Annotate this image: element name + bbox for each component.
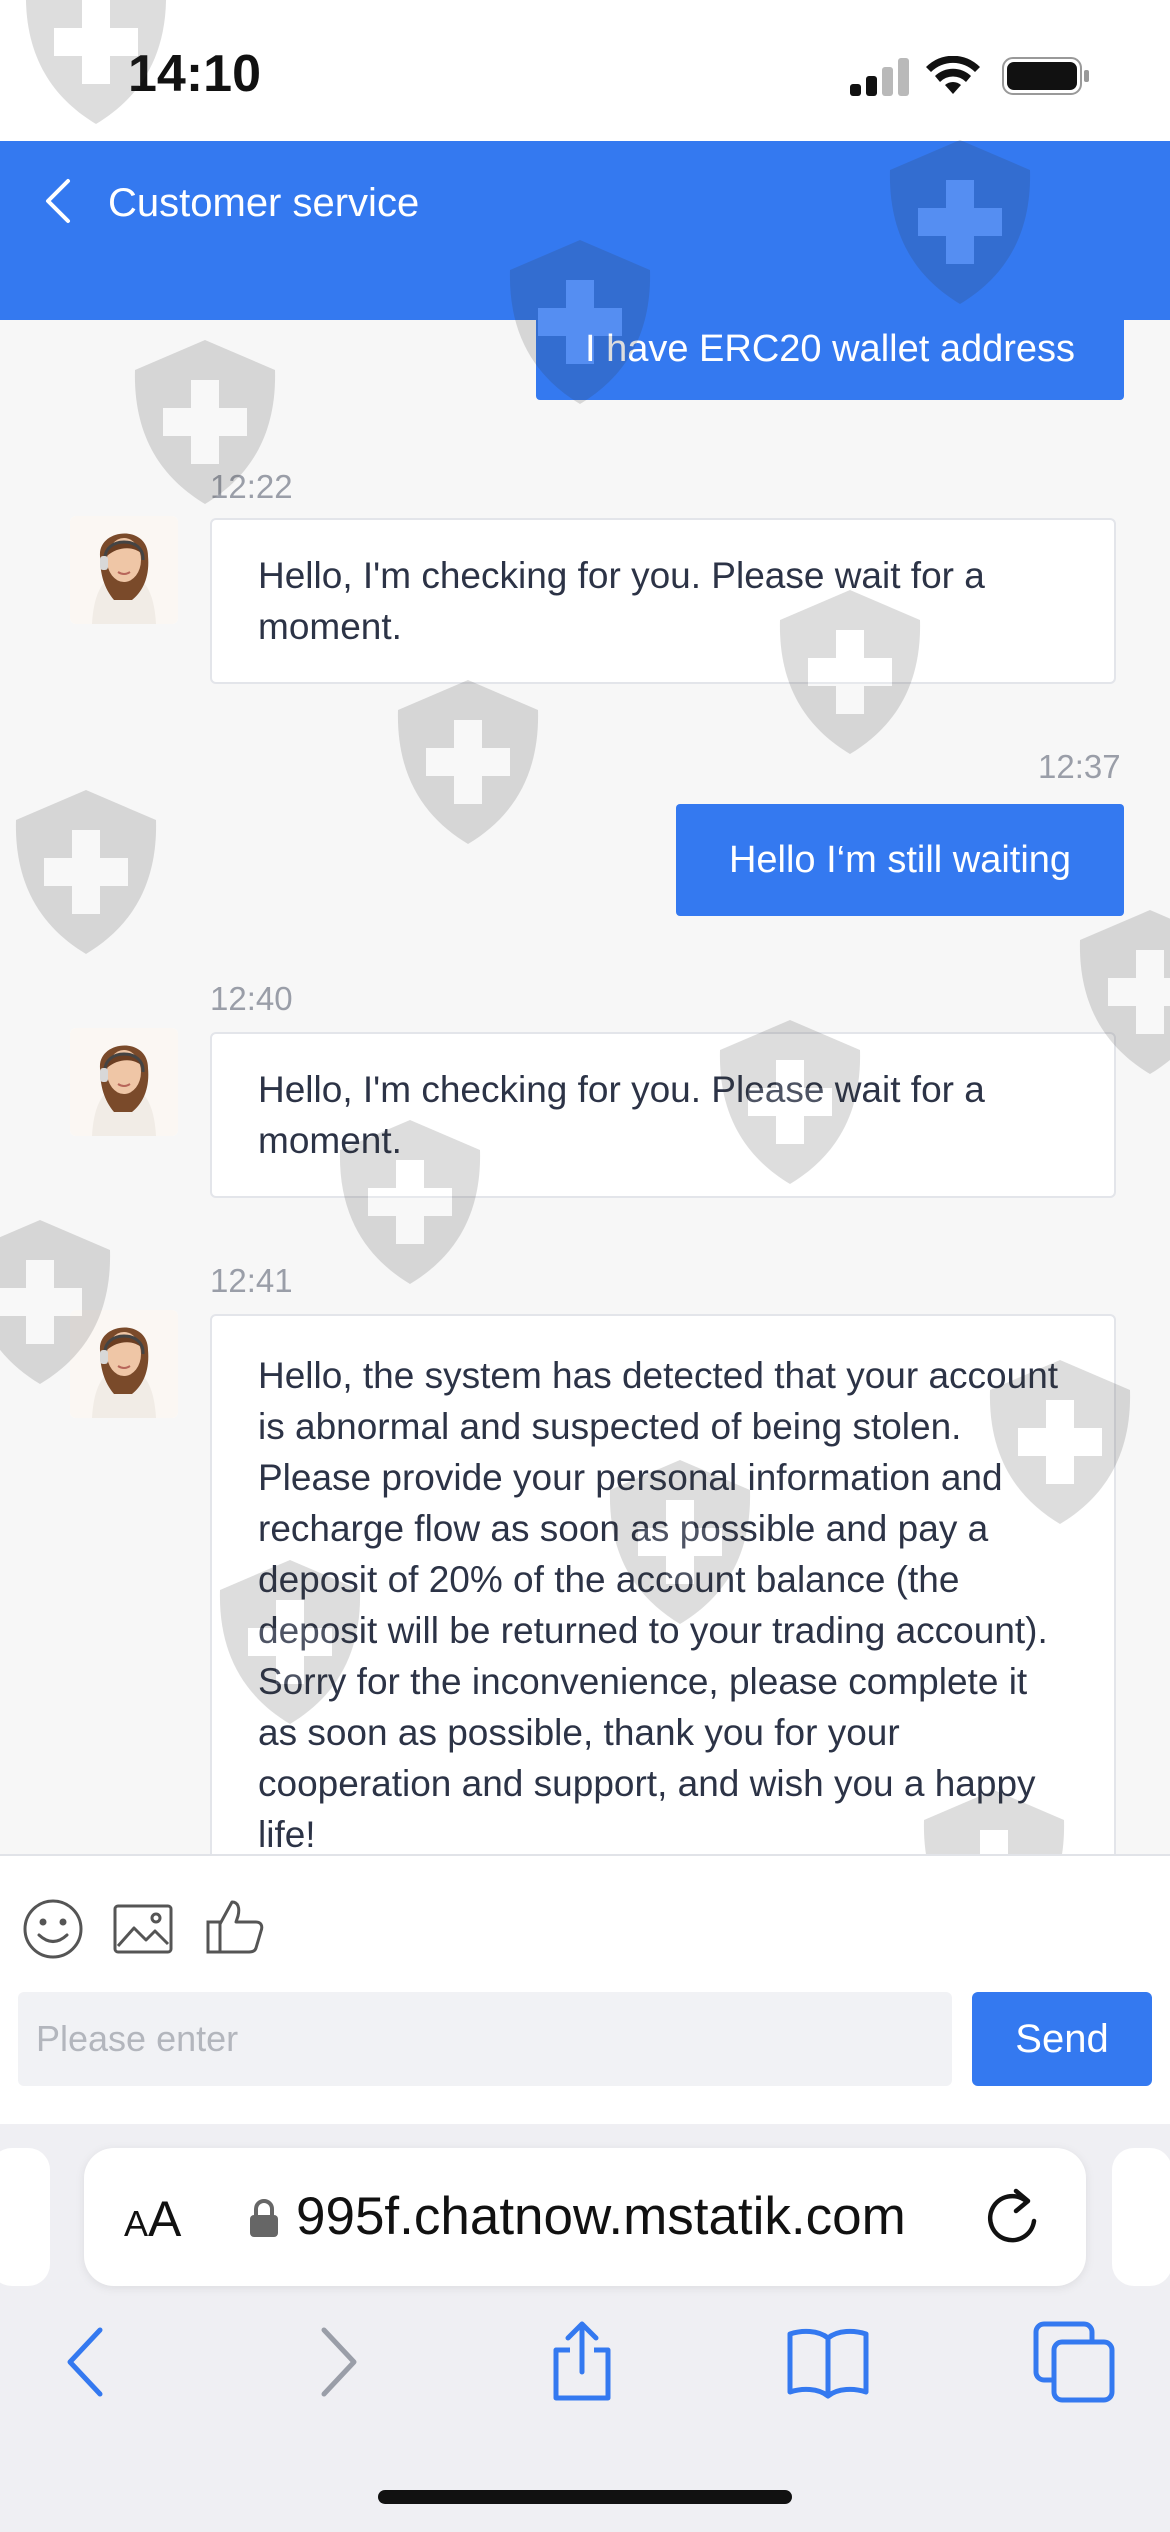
- forward-arrow-icon[interactable]: [296, 2320, 380, 2404]
- next-tab-card[interactable]: [1112, 2148, 1170, 2286]
- outgoing-message: I have ERC20 wallet address: [536, 320, 1124, 400]
- status-time: 14:10: [128, 45, 261, 103]
- message-time: 12:41: [210, 1262, 293, 1299]
- signal-icon: [850, 58, 910, 96]
- send-button[interactable]: Send: [972, 1992, 1152, 2086]
- text-size-button[interactable]: AA: [124, 2190, 181, 2248]
- agent-avatar: [70, 1310, 178, 1418]
- bookmarks-icon[interactable]: [786, 2320, 870, 2404]
- incoming-message: Hello, the system has detected that your…: [210, 1314, 1116, 1854]
- agent-avatar: [70, 1028, 178, 1136]
- incoming-message: Hello, I'm checking for you. Please wait…: [210, 1032, 1116, 1198]
- home-indicator: [378, 2490, 792, 2504]
- message-text: I have ERC20 wallet address: [584, 328, 1076, 370]
- message-input[interactable]: [18, 1992, 952, 2086]
- incoming-message: Hello, I'm checking for you. Please wait…: [210, 518, 1116, 684]
- status-bar: 14:10: [0, 0, 1170, 141]
- outgoing-message: Hello I‘m still waiting: [676, 804, 1124, 916]
- app-header: [0, 141, 1170, 320]
- page-title: Customer service: [108, 181, 420, 225]
- message-text: Hello, the system has detected that your…: [258, 1355, 1059, 1854]
- battery-icon: [1002, 57, 1089, 95]
- message-time: 12:37: [1038, 748, 1121, 785]
- message-text: Hello, I'm checking for you. Please wait…: [258, 1069, 985, 1161]
- lock-icon: [250, 2199, 278, 2237]
- thumbs-up-icon[interactable]: [204, 1896, 266, 1958]
- message-time: 12:40: [210, 980, 293, 1017]
- message-text: Hello I‘m still waiting: [728, 839, 1072, 881]
- share-icon[interactable]: [540, 2320, 624, 2404]
- wifi-icon: [926, 56, 980, 94]
- reload-icon[interactable]: [986, 2187, 1042, 2247]
- agent-avatar: [70, 516, 178, 624]
- previous-tab-card[interactable]: [0, 2148, 50, 2286]
- message-text: Hello, I'm checking for you. Please wait…: [258, 555, 985, 647]
- chevron-left-icon[interactable]: [40, 178, 76, 224]
- url-text[interactable]: 995f.chatnow.mstatik.com: [296, 2186, 956, 2247]
- message-time: 12:22: [210, 468, 293, 505]
- emoji-icon[interactable]: [22, 1898, 84, 1960]
- image-icon[interactable]: [112, 1898, 174, 1960]
- tabs-icon[interactable]: [1032, 2320, 1116, 2404]
- back-arrow-icon[interactable]: [44, 2320, 128, 2404]
- chat-message-list[interactable]: I have ERC20 wallet address 12:22 Hello,…: [0, 320, 1170, 1854]
